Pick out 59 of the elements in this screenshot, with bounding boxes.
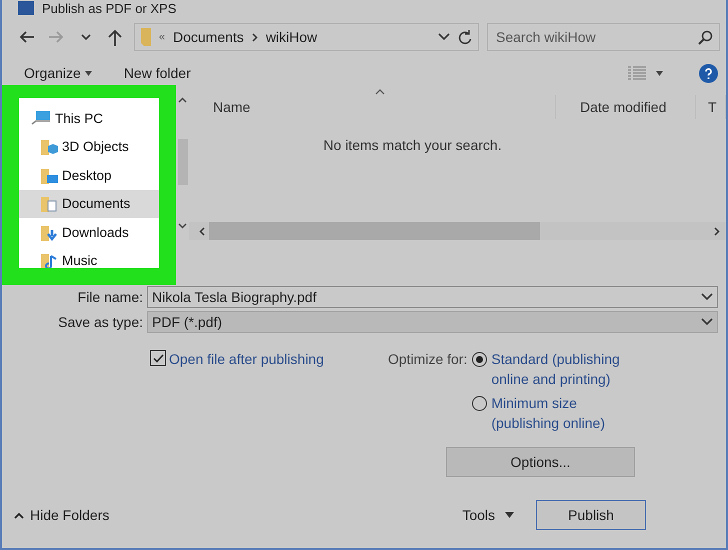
refresh-icon[interactable] xyxy=(458,30,472,44)
breadcrumb-item[interactable]: Documents xyxy=(173,29,244,45)
field-label: Save as type: xyxy=(57,314,144,330)
tools-menu[interactable]: Tools xyxy=(462,507,514,523)
window-title: Publish as PDF or XPS xyxy=(42,0,176,16)
caret-icon xyxy=(656,70,663,76)
column-header[interactable]: T xyxy=(696,95,726,119)
file-name-field[interactable]: Nikola Tesla Biography.pdf xyxy=(147,286,718,308)
breadcrumb-item[interactable]: wikiHow xyxy=(266,29,318,45)
address-bar[interactable]: « Documents wikiHow xyxy=(134,23,479,51)
hide-folders-button[interactable]: Hide Folders xyxy=(14,507,110,523)
app-icon xyxy=(18,1,34,15)
chevron-down-icon xyxy=(701,318,713,326)
checkbox[interactable] xyxy=(150,350,166,366)
chevron-up-icon xyxy=(14,512,24,518)
caret-icon xyxy=(84,70,92,76)
chevron-down-icon xyxy=(438,33,450,41)
options-button[interactable]: Options... xyxy=(446,447,635,477)
new-folder-button[interactable]: New folder xyxy=(124,65,191,81)
empty-message: No items match your search. xyxy=(323,137,502,154)
optimize-label: Optimize for: xyxy=(388,350,468,369)
field-label: File name: xyxy=(76,288,144,304)
cube-folder-icon xyxy=(39,137,58,156)
search-icon xyxy=(698,30,713,44)
folder-icon xyxy=(140,28,151,46)
search-input[interactable]: Search wikiHow xyxy=(494,28,698,46)
tree-item[interactable]: Music xyxy=(19,246,159,268)
column-header[interactable]: Name xyxy=(189,95,556,119)
radio-label[interactable]: Standard (publishing online and printing) xyxy=(491,349,632,389)
chevron-right-icon xyxy=(252,32,258,42)
checkmark-icon xyxy=(152,354,164,362)
help-icon[interactable] xyxy=(699,64,718,82)
tree-item[interactable]: 3D Objects xyxy=(19,132,159,161)
search-field[interactable]: Search wikiHow xyxy=(487,23,720,51)
organize-menu[interactable]: Organize xyxy=(24,65,92,81)
sort-ascending-icon xyxy=(375,89,385,95)
overflow-marker[interactable]: « xyxy=(158,31,165,43)
scroll-left-icon[interactable] xyxy=(199,226,205,236)
publish-button[interactable]: Publish xyxy=(536,500,646,530)
radio-button[interactable] xyxy=(472,352,488,367)
radio-button[interactable] xyxy=(472,396,488,411)
tree-item[interactable]: Documents xyxy=(19,190,159,218)
column-header[interactable]: Date modified xyxy=(556,95,696,119)
file-type-dropdown[interactable]: PDF (*.pdf) xyxy=(147,310,718,332)
computer-icon xyxy=(31,110,51,126)
music-folder-icon xyxy=(39,251,58,268)
scroll-down-icon[interactable] xyxy=(178,223,187,229)
scroll-up-icon[interactable] xyxy=(178,97,187,103)
documents-folder-icon xyxy=(39,194,58,214)
scrollbar-thumb[interactable] xyxy=(178,139,188,185)
tree-item[interactable]: This PC xyxy=(19,104,159,132)
checkbox-label[interactable]: Open file after publishing xyxy=(169,349,324,369)
chevron-down-icon xyxy=(701,292,713,300)
tree-item[interactable]: Downloads xyxy=(19,218,159,246)
radio-label[interactable]: Minimum size (publishing online) xyxy=(491,393,632,433)
scroll-right-icon[interactable] xyxy=(714,226,720,236)
caret-icon xyxy=(505,512,514,518)
tree-item[interactable]: Desktop xyxy=(19,161,159,190)
scrollbar-thumb[interactable] xyxy=(209,222,540,240)
